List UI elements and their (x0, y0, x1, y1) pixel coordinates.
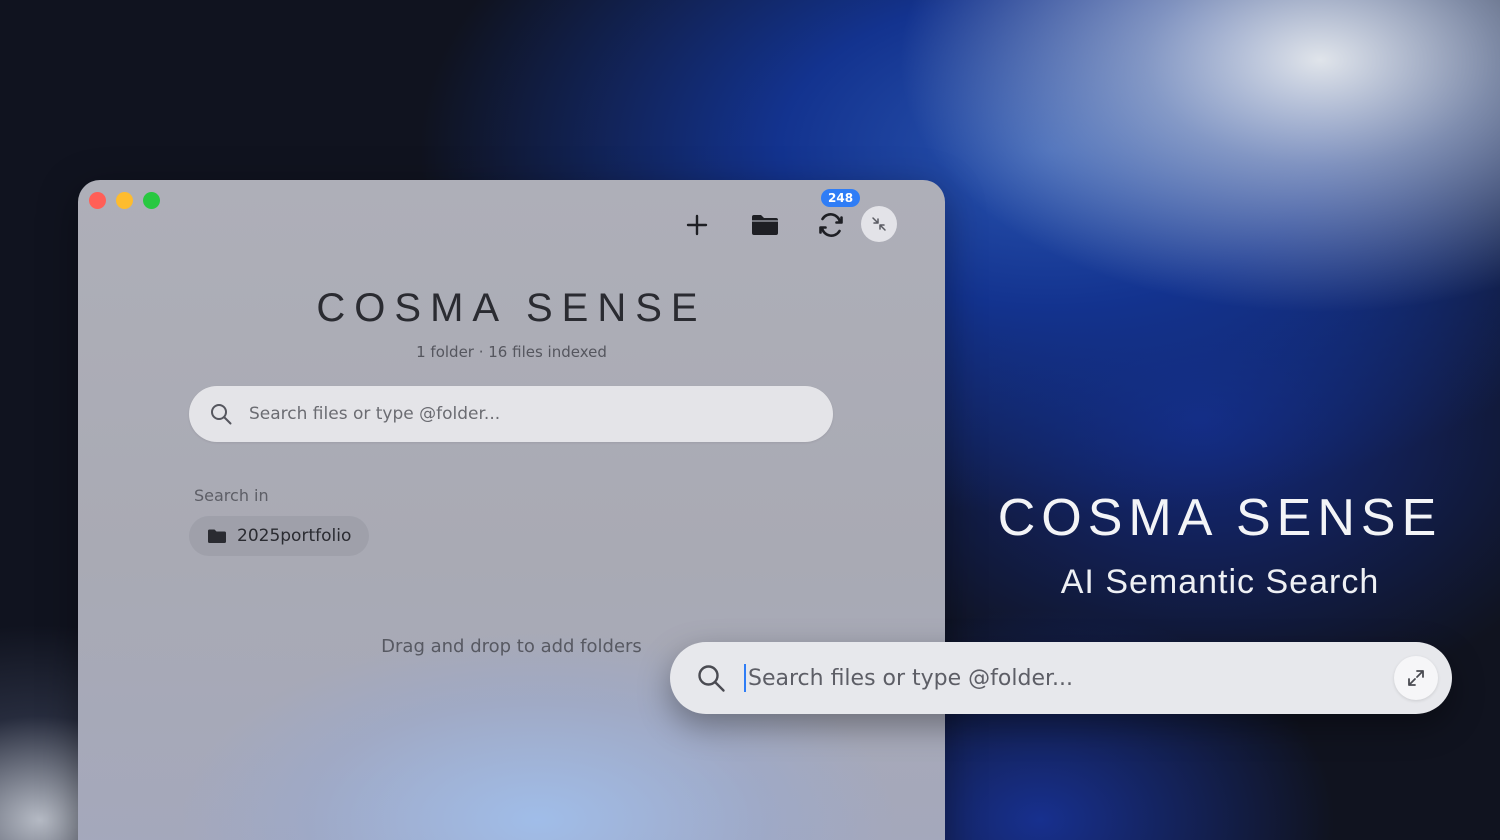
main-search-bar[interactable] (189, 386, 833, 442)
text-caret (744, 664, 746, 692)
sync-count-badge: 248 (821, 189, 861, 207)
collapse-icon (872, 217, 886, 231)
app-title: COSMA SENSE (316, 286, 707, 330)
collapse-button[interactable] (861, 206, 897, 242)
floating-search-input[interactable] (748, 665, 1368, 691)
brand-title: COSMA SENSE (997, 489, 1443, 547)
expand-icon (1408, 670, 1424, 686)
minimize-window-button[interactable] (116, 192, 133, 209)
window-controls (89, 192, 160, 209)
folder-icon (208, 529, 226, 543)
add-folder-button[interactable] (679, 207, 715, 243)
zoom-window-button[interactable] (143, 192, 160, 209)
open-folder-button[interactable] (747, 207, 783, 243)
folder-chip-2025portfolio[interactable]: 2025portfolio (189, 516, 370, 556)
app-window: 248 COSMA SENSE 1 folder · 16 files inde… (78, 180, 945, 840)
sync-button[interactable] (813, 207, 849, 243)
floating-search-bar[interactable] (670, 642, 1452, 714)
index-status: 1 folder · 16 files indexed (416, 343, 607, 361)
search-in-label: Search in (194, 486, 269, 505)
plus-icon (686, 214, 708, 236)
folder-chip-label: 2025portfolio (237, 526, 352, 546)
close-window-button[interactable] (89, 192, 106, 209)
sync-icon (819, 213, 843, 237)
brand-subtitle: AI Semantic Search (1060, 563, 1380, 601)
search-icon (698, 665, 725, 692)
expand-button[interactable] (1394, 656, 1438, 700)
search-icon (211, 404, 232, 425)
main-search-input[interactable] (249, 404, 809, 424)
folder-icon (752, 215, 778, 235)
